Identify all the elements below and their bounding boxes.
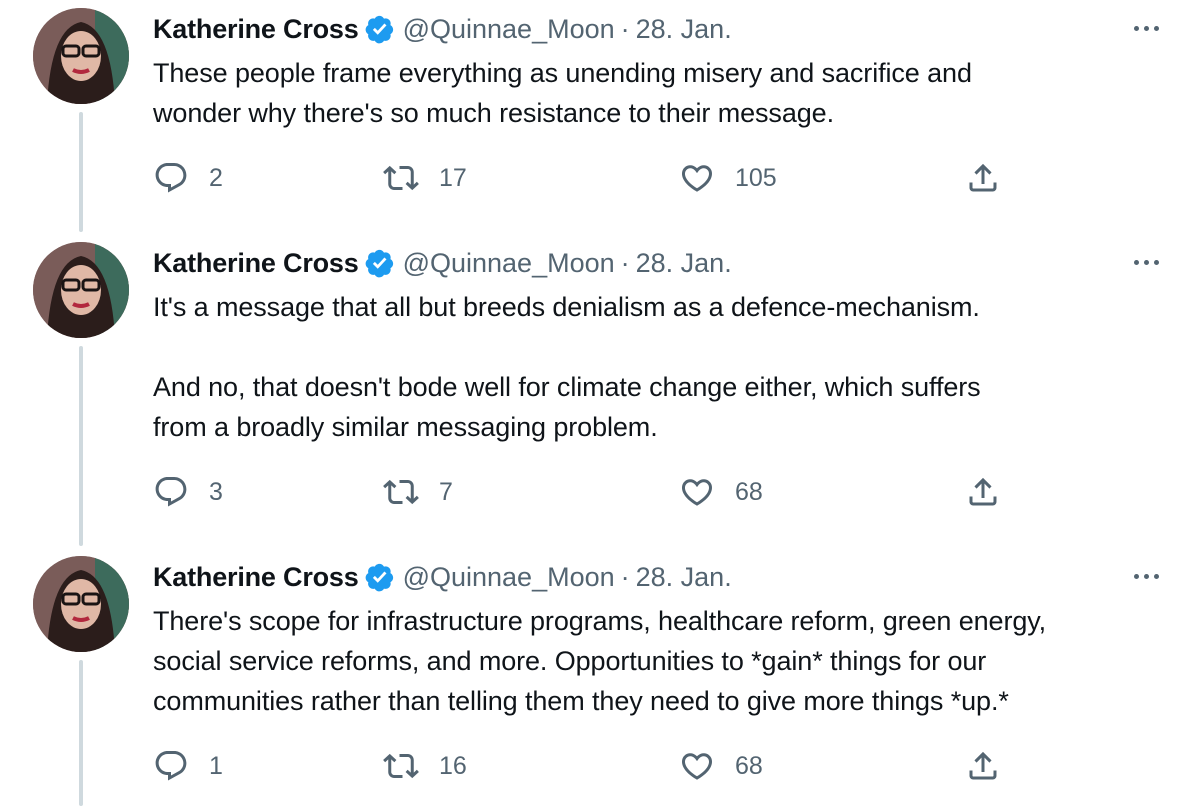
heart-icon — [681, 753, 713, 780]
author-name[interactable]: Katherine Cross — [153, 14, 359, 45]
share-upload-icon — [969, 751, 997, 780]
avatar[interactable] — [33, 556, 129, 652]
author-handle[interactable]: @Quinnae_Moon — [403, 248, 615, 279]
tweet-header: Katherine Cross @Quinnae_Moon · 28. Jan. — [153, 557, 732, 597]
reply-count: 2 — [209, 163, 223, 192]
tweet-text: It's a message that all but breeds denia… — [153, 292, 981, 442]
share-button[interactable] — [965, 156, 1001, 200]
author-name[interactable]: Katherine Cross — [153, 248, 359, 279]
tweet-text: These people frame everything as unendin… — [153, 58, 972, 128]
more-horizontal-icon — [1133, 25, 1139, 31]
retweet-arrows-icon — [383, 165, 419, 191]
share-upload-icon — [969, 477, 997, 506]
tweet-date[interactable]: 28. Jan. — [636, 14, 732, 45]
retweet-arrows-icon — [383, 753, 419, 779]
heart-icon — [681, 479, 713, 506]
reply-count: 3 — [209, 477, 223, 506]
avatar-photo — [33, 556, 129, 652]
like-button[interactable]: 68 — [679, 744, 763, 788]
reply-bubble-icon — [155, 163, 187, 193]
more-horizontal-icon-dot — [1143, 573, 1149, 579]
like-count: 105 — [735, 163, 777, 192]
tweet-actions: 2 17 105 — [153, 156, 1013, 200]
verified-badge-icon — [365, 249, 393, 278]
retweet-count: 17 — [439, 163, 467, 192]
retweet-count: 16 — [439, 751, 467, 780]
reply-button[interactable]: 1 — [153, 744, 223, 788]
avatar[interactable] — [33, 8, 129, 104]
retweet-button[interactable]: 17 — [383, 156, 467, 200]
retweet-arrows-icon — [383, 479, 419, 505]
more-horizontal-icon-dot — [1153, 573, 1159, 579]
like-button[interactable]: 105 — [679, 156, 777, 200]
verified-badge-icon — [365, 563, 393, 592]
tweet-header: Katherine Cross @Quinnae_Moon · 28. Jan. — [153, 243, 732, 283]
reply-bubble-icon — [155, 477, 187, 507]
avatar-photo — [33, 242, 129, 338]
like-count: 68 — [735, 477, 763, 506]
heart-icon — [681, 165, 713, 192]
separator-dot: · — [620, 561, 630, 592]
more-options-button[interactable] — [1126, 18, 1166, 38]
share-button[interactable] — [965, 470, 1001, 514]
separator-dot: · — [620, 13, 630, 44]
reply-bubble-icon — [155, 751, 187, 781]
more-horizontal-icon-dot — [1143, 25, 1149, 31]
more-horizontal-icon — [1133, 259, 1139, 265]
more-horizontal-icon-dot — [1153, 259, 1159, 265]
reply-button[interactable]: 2 — [153, 156, 223, 200]
more-horizontal-icon-dot — [1153, 25, 1159, 31]
more-horizontal-icon-dot — [1143, 259, 1149, 265]
reply-count: 1 — [209, 751, 223, 780]
separator-dot: · — [620, 247, 630, 278]
avatar-photo — [33, 8, 129, 104]
more-horizontal-icon — [1133, 573, 1139, 579]
reply-button[interactable]: 3 — [153, 470, 223, 514]
tweet[interactable]: Katherine Cross @Quinnae_Moon · 28. Jan.… — [0, 234, 1192, 548]
like-count: 68 — [735, 751, 763, 780]
tweet-date[interactable]: 28. Jan. — [636, 562, 732, 593]
tweet-date[interactable]: 28. Jan. — [636, 248, 732, 279]
author-handle[interactable]: @Quinnae_Moon — [403, 14, 615, 45]
author-handle[interactable]: @Quinnae_Moon — [403, 562, 615, 593]
tweet[interactable]: Katherine Cross @Quinnae_Moon · 28. Jan.… — [0, 0, 1192, 232]
tweet-header: Katherine Cross @Quinnae_Moon · 28. Jan. — [153, 9, 732, 49]
tweet-actions: 1 16 68 — [153, 744, 1013, 788]
share-upload-icon — [969, 163, 997, 192]
tweet[interactable]: Katherine Cross @Quinnae_Moon · 28. Jan.… — [0, 548, 1192, 806]
like-button[interactable]: 68 — [679, 470, 763, 514]
retweet-button[interactable]: 16 — [383, 744, 467, 788]
retweet-count: 7 — [439, 477, 453, 506]
author-name[interactable]: Katherine Cross — [153, 562, 359, 593]
verified-badge-icon — [365, 15, 393, 44]
retweet-button[interactable]: 7 — [383, 470, 453, 514]
tweet-text: There's scope for infrastructure program… — [153, 606, 1047, 716]
more-options-button[interactable] — [1126, 566, 1166, 586]
more-options-button[interactable] — [1126, 252, 1166, 272]
share-button[interactable] — [965, 744, 1001, 788]
avatar[interactable] — [33, 242, 129, 338]
tweet-actions: 3 7 68 — [153, 470, 1013, 514]
